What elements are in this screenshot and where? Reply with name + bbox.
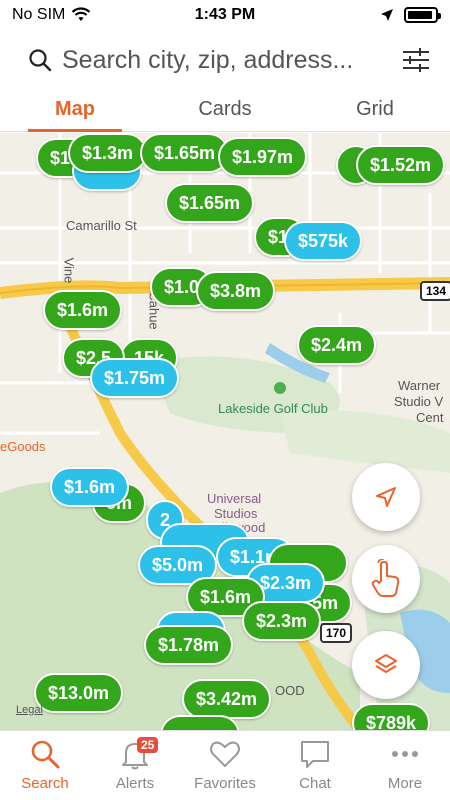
poi-label-studio: Studio V: [394, 394, 444, 409]
price-pin[interactable]: $3.8m: [196, 271, 276, 311]
nav-search[interactable]: Search: [0, 731, 90, 800]
price-pin[interactable]: $1.6m: [43, 290, 123, 330]
map-view[interactable]: Camarillo St Vine Cahue Lakeside Golf Cl…: [0, 133, 450, 730]
poi-label-universal: Universal: [207, 491, 262, 506]
highway-shield-170: 170: [320, 623, 353, 643]
layers-icon: [375, 654, 397, 673]
search-icon: [31, 740, 60, 769]
search-icon: [29, 49, 52, 72]
price-pin[interactable]: $1.65m: [140, 133, 230, 173]
locate-me-button[interactable]: [352, 463, 420, 531]
price-pin[interactable]: $2.3m: [242, 601, 322, 641]
tab-grid[interactable]: Grid: [300, 90, 450, 131]
highway-shield-134: 134: [420, 281, 450, 301]
price-pin[interactable]: $1.3m: [68, 133, 148, 173]
heart-icon: [210, 741, 240, 767]
poi-label-warner: Warner: [398, 378, 441, 393]
nav-alerts[interactable]: 25 Alerts: [90, 731, 180, 800]
price-pin[interactable]: $1.78m: [144, 625, 234, 665]
nav-favorites-label: Favorites: [194, 775, 256, 792]
battery-icon: [404, 7, 441, 23]
price-pin[interactable]: [160, 715, 240, 730]
alerts-badge: 25: [137, 737, 159, 753]
filter-sliders-icon[interactable]: [400, 44, 432, 76]
street-label-vine: Vine: [61, 257, 77, 284]
tab-cards[interactable]: Cards: [150, 90, 300, 131]
legal-link[interactable]: Legal: [16, 704, 43, 716]
price-pin[interactable]: $2.4m: [297, 325, 377, 365]
search-bar: [0, 30, 450, 90]
poi-label-golf: Lakeside Golf Club: [218, 401, 328, 416]
nav-chat[interactable]: Chat: [270, 731, 360, 800]
poi-label-egoods: eGoods: [0, 439, 46, 454]
location-arrow-icon: [381, 9, 393, 21]
wifi-icon: [72, 7, 91, 21]
price-pin[interactable]: $13.0m: [34, 673, 124, 713]
price-pin[interactable]: $1.65m: [165, 183, 255, 223]
view-tabs: Map Cards Grid: [0, 90, 450, 132]
nav-more-label: More: [387, 775, 423, 792]
poi-label-studios: Studios: [214, 506, 258, 521]
nav-favorites[interactable]: Favorites: [180, 731, 270, 800]
status-bar: No SIM 1:43 PM: [0, 0, 450, 30]
price-pin[interactable]: $1.6m: [50, 467, 130, 507]
nav-more[interactable]: More: [360, 731, 450, 800]
bottom-nav: Search 25 Alerts Favorites Chat More: [0, 730, 450, 800]
price-pin[interactable]: $1.75m: [90, 358, 180, 398]
more-icon: [392, 751, 418, 757]
price-pin[interactable]: $789k: [352, 703, 431, 730]
nav-alerts-label: Alerts: [115, 775, 155, 792]
draw-search-button[interactable]: [352, 545, 420, 613]
search-input[interactable]: [62, 45, 400, 75]
hand-pointer-icon: [371, 559, 400, 597]
carrier-label: No SIM: [12, 6, 66, 23]
nav-search-label: Search: [21, 775, 69, 792]
poi-label-cent: Cent: [416, 410, 444, 425]
map-layers-button[interactable]: [352, 631, 420, 699]
location-arrow-icon: [376, 487, 396, 507]
area-label-ood: OOD: [275, 683, 305, 698]
price-pin[interactable]: $1.97m: [218, 137, 308, 177]
tab-map[interactable]: Map: [0, 90, 150, 132]
chat-icon: [301, 741, 329, 768]
price-pin[interactable]: $575k: [284, 221, 363, 261]
nav-chat-label: Chat: [299, 775, 331, 792]
street-label-camarillo: Camarillo St: [66, 218, 137, 233]
price-pin[interactable]: $3.42m: [182, 679, 272, 719]
price-pin[interactable]: $1.52m: [356, 145, 446, 185]
